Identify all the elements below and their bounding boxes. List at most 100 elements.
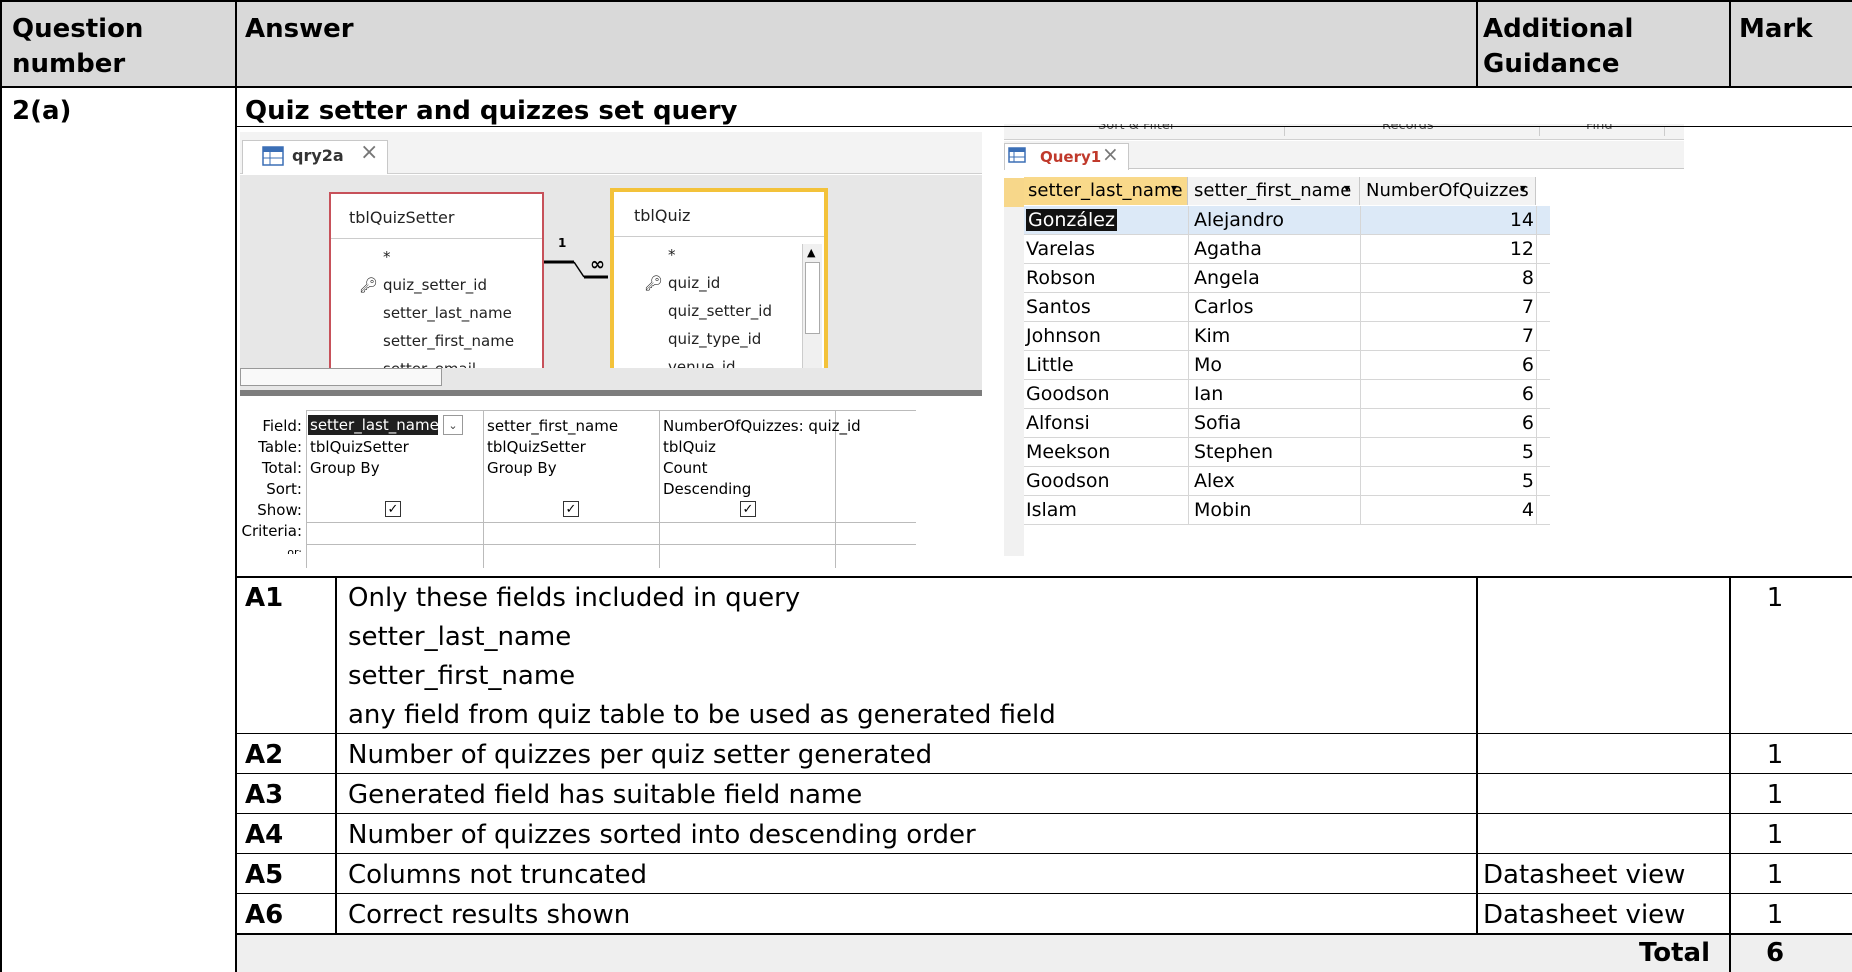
query-icon <box>1008 147 1026 163</box>
cell-number-of-quizzes[interactable]: 6 <box>1522 412 1534 434</box>
datasheet-row[interactable]: Alfonsi Sofia 6 <box>1024 409 1550 438</box>
guidance-text: Datasheet view <box>1483 900 1686 930</box>
total-value: 6 <box>1765 938 1785 968</box>
cell-last-name[interactable]: Varelas <box>1026 238 1095 260</box>
datasheet-row[interactable]: Islam Mobin 4 <box>1024 496 1550 525</box>
cell-last-name[interactable]: González <box>1026 209 1117 231</box>
cell-last-name[interactable]: Robson <box>1026 267 1096 289</box>
cell-first-name[interactable]: Ian <box>1194 383 1223 405</box>
chevron-down-icon[interactable]: ▾ <box>1171 181 1177 195</box>
design-tab-title[interactable]: qry2a <box>292 146 344 165</box>
key-icon: 🔑︎ <box>644 274 664 292</box>
qbe-total[interactable]: Group By <box>310 459 380 477</box>
cell-first-name[interactable]: Stephen <box>1194 441 1273 463</box>
datasheet-tab-title[interactable]: Query1 <box>1040 148 1101 166</box>
field-item[interactable]: quiz_setter_id <box>383 276 487 294</box>
table-box-quiz[interactable]: tblQuiz * 🔑︎ quiz_id quiz_setter_id quiz… <box>610 188 828 384</box>
close-icon[interactable]: × <box>1102 142 1119 166</box>
mark-value: 1 <box>1766 740 1784 770</box>
datasheet-row[interactable]: Robson Angela 8 <box>1024 264 1550 293</box>
grid-label: Criteria: <box>241 522 303 540</box>
qbe-total[interactable]: Count <box>663 459 708 477</box>
cell-number-of-quizzes[interactable]: 7 <box>1522 325 1534 347</box>
qbe-table[interactable]: tblQuizSetter <box>487 438 586 456</box>
field-item[interactable]: setter_first_name <box>383 332 514 350</box>
field-item[interactable]: * <box>383 248 391 266</box>
cell-last-name[interactable]: Alfonsi <box>1026 412 1090 434</box>
scroll-up-icon[interactable]: ▲ <box>807 246 815 259</box>
cell-first-name[interactable]: Kim <box>1194 325 1230 347</box>
header-question-number: Question number <box>12 14 144 79</box>
qbe-sort[interactable]: Descending <box>663 480 751 498</box>
field-item[interactable]: quiz_setter_id <box>668 302 772 320</box>
guidance-text: Datasheet view <box>1483 860 1686 890</box>
datasheet-row[interactable]: Little Mo 6 <box>1024 351 1550 380</box>
qbe-table[interactable]: tblQuiz <box>663 438 716 456</box>
relationship-many: ∞ <box>590 254 605 275</box>
cell-first-name[interactable]: Carlos <box>1194 296 1254 318</box>
cell-last-name[interactable]: Meekson <box>1026 441 1110 463</box>
datasheet-row[interactable]: González Alejandro 14 <box>1024 206 1550 235</box>
relationship-one: 1 <box>558 236 567 250</box>
cell-last-name[interactable]: Little <box>1026 354 1074 376</box>
datasheet-row[interactable]: Varelas Agatha 12 <box>1024 235 1550 264</box>
cell-first-name[interactable]: Alejandro <box>1194 209 1284 231</box>
qbe-field[interactable]: setter_last_name <box>310 416 439 434</box>
table-name: tblQuizSetter <box>349 208 455 227</box>
mark-value: 1 <box>1766 780 1784 810</box>
mark-id: A2 <box>245 740 284 770</box>
criterion-text: Correct results shown <box>348 900 631 930</box>
datasheet-row[interactable]: Goodson Ian 6 <box>1024 380 1550 409</box>
field-item[interactable]: setter_last_name <box>383 304 512 322</box>
close-icon[interactable]: × <box>360 140 378 165</box>
cell-number-of-quizzes[interactable]: 14 <box>1510 209 1534 231</box>
cell-number-of-quizzes[interactable]: 5 <box>1522 470 1534 492</box>
criterion-text: Number of quizzes per quiz setter genera… <box>348 740 933 770</box>
mark-value: 1 <box>1766 860 1784 890</box>
show-checkbox[interactable]: ✓ <box>740 501 756 517</box>
cell-number-of-quizzes[interactable]: 4 <box>1522 499 1534 521</box>
grid-label: or: <box>287 546 302 554</box>
qbe-total[interactable]: Group By <box>487 459 557 477</box>
datasheet-row[interactable]: Johnson Kim 7 <box>1024 322 1550 351</box>
cell-last-name[interactable]: Goodson <box>1026 383 1110 405</box>
chevron-down-icon[interactable]: ▾ <box>1520 181 1526 195</box>
cell-first-name[interactable]: Sofia <box>1194 412 1241 434</box>
show-checkbox[interactable]: ✓ <box>563 501 579 517</box>
show-checkbox[interactable]: ✓ <box>385 501 401 517</box>
field-item[interactable]: quiz_id <box>668 274 720 292</box>
header-mark: Mark <box>1739 14 1813 44</box>
table-box-quizsetter[interactable]: tblQuizSetter * 🔑︎ quiz_setter_id setter… <box>329 192 544 382</box>
cell-number-of-quizzes[interactable]: 12 <box>1510 238 1534 260</box>
cell-number-of-quizzes[interactable]: 7 <box>1522 296 1534 318</box>
cell-last-name[interactable]: Johnson <box>1026 325 1101 347</box>
horizontal-scrollbar[interactable]: ◂ <box>240 368 982 386</box>
cell-number-of-quizzes[interactable]: 5 <box>1522 441 1534 463</box>
cell-last-name[interactable]: Santos <box>1026 296 1091 318</box>
cell-number-of-quizzes[interactable]: 6 <box>1522 383 1534 405</box>
datasheet-row[interactable]: Goodson Alex 5 <box>1024 467 1550 496</box>
chevron-down-icon[interactable]: ▾ <box>1344 181 1350 195</box>
vertical-scrollbar[interactable]: ▲ <box>802 244 822 378</box>
cell-last-name[interactable]: Islam <box>1026 499 1077 521</box>
cell-first-name[interactable]: Alex <box>1194 470 1235 492</box>
cell-number-of-quizzes[interactable]: 6 <box>1522 354 1534 376</box>
criterion-text: setter_last_name <box>348 622 572 652</box>
chevron-down-icon[interactable]: ⌄ <box>443 415 463 435</box>
cell-first-name[interactable]: Mo <box>1194 354 1222 376</box>
field-item[interactable]: quiz_type_id <box>668 330 761 348</box>
field-item[interactable]: * <box>668 246 676 264</box>
query-icon <box>262 146 284 166</box>
qbe-table[interactable]: tblQuizSetter <box>310 438 409 456</box>
record-selector-current[interactable] <box>1004 178 1024 207</box>
cell-last-name[interactable]: Goodson <box>1026 470 1110 492</box>
total-label: Total <box>1638 938 1710 968</box>
cell-number-of-quizzes[interactable]: 8 <box>1522 267 1534 289</box>
cell-first-name[interactable]: Angela <box>1194 267 1260 289</box>
cell-first-name[interactable]: Mobin <box>1194 499 1251 521</box>
qbe-field[interactable]: NumberOfQuizzes: quiz_id <box>663 417 861 435</box>
cell-first-name[interactable]: Agatha <box>1194 238 1262 260</box>
datasheet-row[interactable]: Meekson Stephen 5 <box>1024 438 1550 467</box>
qbe-field[interactable]: setter_first_name <box>487 417 618 435</box>
datasheet-row[interactable]: Santos Carlos 7 <box>1024 293 1550 322</box>
